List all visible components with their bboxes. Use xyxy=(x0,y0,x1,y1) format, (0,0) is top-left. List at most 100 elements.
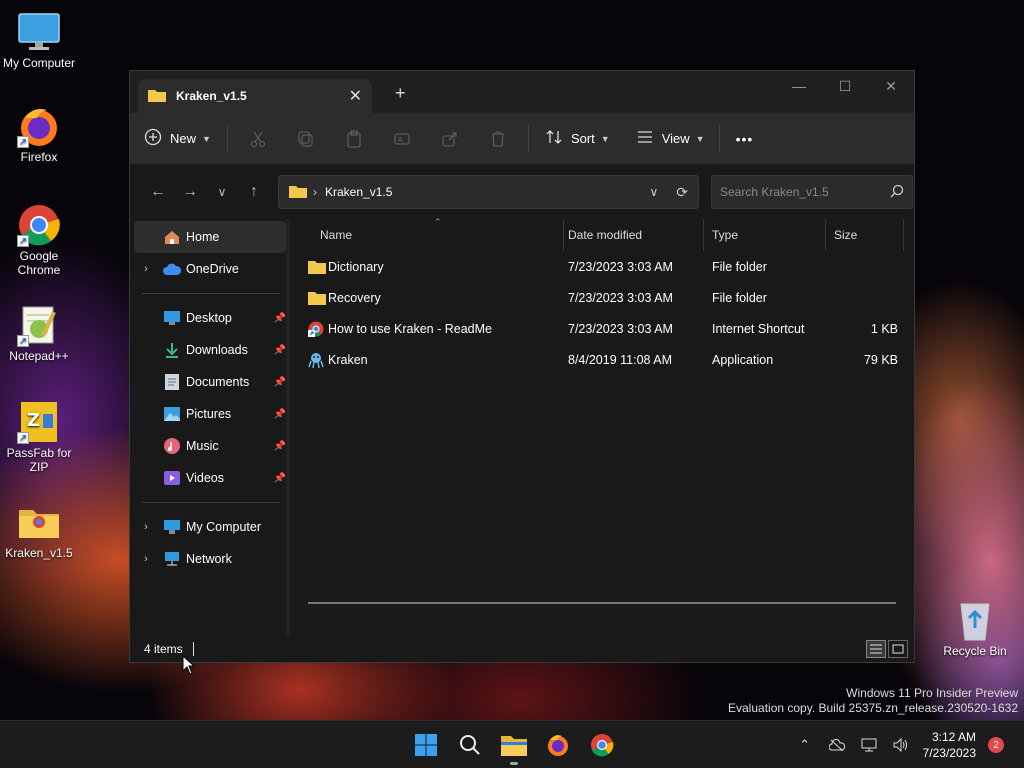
passfab-icon: Z ↗ xyxy=(17,400,61,444)
desktop-icon-label: PassFab for ZIP xyxy=(6,446,72,474)
copy-icon[interactable] xyxy=(282,130,330,148)
shortcut-arrow-icon: ↗ xyxy=(17,235,29,247)
paste-icon[interactable] xyxy=(330,130,378,148)
expand-chevron-icon[interactable]: › xyxy=(130,521,162,533)
sidebar-item-onedrive[interactable]: › OneDrive xyxy=(130,253,290,285)
share-icon[interactable] xyxy=(426,130,474,148)
start-button[interactable] xyxy=(404,723,448,767)
address-bar[interactable]: › Kraken_v1.5 ∨ ⟳ xyxy=(278,175,699,209)
file-row[interactable]: Kraken 8/4/2019 11:08 AM Application 79 … xyxy=(290,344,914,375)
column-header-date[interactable]: Date modified xyxy=(560,219,704,251)
sidebar-item-pictures[interactable]: Pictures 📌 xyxy=(130,398,290,430)
divider xyxy=(142,293,280,294)
new-tab-icon[interactable]: + xyxy=(395,83,406,104)
minimize-button[interactable]: — xyxy=(776,71,822,101)
maximize-button[interactable]: ☐ xyxy=(822,71,868,101)
expand-chevron-icon[interactable]: › xyxy=(130,553,162,565)
desktop-icon-recycle-bin[interactable]: Recycle Bin xyxy=(936,598,1014,658)
desktop-icon-label: My Computer xyxy=(2,56,76,70)
network-icon[interactable] xyxy=(853,738,885,752)
back-arrow-icon[interactable]: ← xyxy=(142,183,174,201)
sidebar-item-network[interactable]: › Network xyxy=(130,543,290,575)
breadcrumb[interactable]: Kraken_v1.5 xyxy=(325,185,649,199)
pictures-icon xyxy=(162,407,182,421)
desktop-icon-passfab[interactable]: Z ↗ PassFab for ZIP xyxy=(0,400,78,474)
new-label: New xyxy=(170,131,197,146)
new-button[interactable]: New ▼ xyxy=(144,128,211,149)
taskbar-file-explorer[interactable] xyxy=(492,723,536,767)
file-row[interactable]: Dictionary 7/23/2023 3:03 AM File folder xyxy=(290,251,914,282)
sidebar-item-documents[interactable]: Documents 📌 xyxy=(130,366,290,398)
sidebar-item-desktop[interactable]: Desktop 📌 xyxy=(130,302,290,334)
sidebar-item-label: Desktop xyxy=(186,311,232,325)
desktop-icon-kraken-folder[interactable]: Kraken_v1.5 xyxy=(0,500,78,560)
clock[interactable]: 3:12 AM 7/23/2023 xyxy=(923,729,976,761)
address-history-chevron-icon[interactable]: ∨ xyxy=(649,185,658,199)
expand-chevron-icon[interactable]: › xyxy=(130,263,162,275)
cut-icon[interactable] xyxy=(234,130,282,148)
shortcut-arrow-icon: ↗ xyxy=(17,136,29,148)
forward-arrow-icon[interactable]: → xyxy=(174,183,206,201)
search-icon[interactable] xyxy=(890,184,904,201)
file-row[interactable]: How to use Kraken - ReadMe 7/23/2023 3:0… xyxy=(290,313,914,344)
horizontal-scrollbar[interactable] xyxy=(308,602,896,604)
sidebar-item-music[interactable]: Music 📌 xyxy=(130,430,290,462)
pin-icon[interactable]: 📌 xyxy=(274,377,286,388)
file-name: Recovery xyxy=(328,290,381,305)
file-date: 8/4/2019 11:08 AM xyxy=(568,352,673,367)
more-options-icon[interactable]: ••• xyxy=(736,131,754,147)
taskbar-firefox[interactable] xyxy=(536,723,580,767)
pin-icon[interactable]: 📌 xyxy=(274,345,286,356)
system-tray: ⌃ 3:12 AM 7/23/2023 2 xyxy=(789,721,1024,768)
file-date: 7/23/2023 3:03 AM xyxy=(568,259,673,274)
taskbar-chrome[interactable] xyxy=(580,723,624,767)
search-input[interactable] xyxy=(720,185,890,199)
breadcrumb-separator-icon: › xyxy=(313,185,317,199)
details-view-icon[interactable] xyxy=(866,640,886,658)
desktop-icon-firefox[interactable]: ↗ Firefox xyxy=(0,104,78,164)
search-box[interactable] xyxy=(711,175,913,209)
tiles-view-icon[interactable] xyxy=(888,640,908,658)
file-date: 7/23/2023 3:03 AM xyxy=(568,290,673,305)
desktop-icon-my-computer[interactable]: My Computer xyxy=(0,10,78,70)
cloud-offline-icon[interactable] xyxy=(821,739,853,751)
column-header-type[interactable]: Type xyxy=(704,219,826,251)
desktop-icon-chrome[interactable]: ↗ Google Chrome xyxy=(0,203,78,277)
sidebar-item-label: Pictures xyxy=(186,407,232,421)
column-header-size[interactable]: Size xyxy=(826,219,904,251)
show-hidden-icons-chevron-icon[interactable]: ⌃ xyxy=(789,737,821,753)
sidebar-item-home[interactable]: Home xyxy=(134,221,286,253)
search-button[interactable] xyxy=(448,723,492,767)
view-button[interactable]: View ▼ xyxy=(636,128,705,149)
up-arrow-icon[interactable]: ↑ xyxy=(238,183,270,201)
rename-icon[interactable]: A xyxy=(378,130,426,148)
pin-icon[interactable]: 📌 xyxy=(274,409,286,420)
close-tab-icon[interactable]: ✕ xyxy=(349,86,362,106)
delete-icon[interactable] xyxy=(474,130,522,148)
file-row[interactable]: Recovery 7/23/2023 3:03 AM File folder xyxy=(290,282,914,313)
chrome-icon: ↗ xyxy=(17,203,61,247)
divider xyxy=(142,502,280,503)
evaluation-watermark: Windows 11 Pro Insider Preview Evaluatio… xyxy=(728,686,1018,716)
sidebar-item-label: Music xyxy=(186,439,219,453)
refresh-icon[interactable]: ⟳ xyxy=(676,184,688,201)
sidebar-item-videos[interactable]: Videos 📌 xyxy=(130,462,290,494)
sidebar-item-my-computer[interactable]: › My Computer xyxy=(130,511,290,543)
desktop-icon-notepadpp[interactable]: ↗ Notepad++ xyxy=(0,303,78,363)
chrome-icon xyxy=(591,734,614,757)
tab-kraken[interactable]: Kraken_v1.5 ✕ xyxy=(138,79,372,113)
file-type: File folder xyxy=(712,290,767,305)
pin-icon[interactable]: 📌 xyxy=(274,473,286,484)
sort-button[interactable]: Sort ▼ xyxy=(545,128,610,149)
firefox-icon xyxy=(548,735,568,756)
file-name: Kraken xyxy=(328,352,368,367)
pin-icon[interactable]: 📌 xyxy=(274,441,286,452)
column-header-name[interactable]: Name xyxy=(312,219,564,251)
title-bar: Kraken_v1.5 ✕ + — ☐ ✕ xyxy=(130,71,914,113)
recent-locations-chevron-icon[interactable]: ∨ xyxy=(206,185,238,199)
close-window-button[interactable]: ✕ xyxy=(868,71,914,101)
notification-badge[interactable]: 2 xyxy=(988,737,1004,753)
pin-icon[interactable]: 📌 xyxy=(274,313,286,324)
sidebar-item-downloads[interactable]: Downloads 📌 xyxy=(130,334,290,366)
volume-icon[interactable] xyxy=(885,738,917,752)
